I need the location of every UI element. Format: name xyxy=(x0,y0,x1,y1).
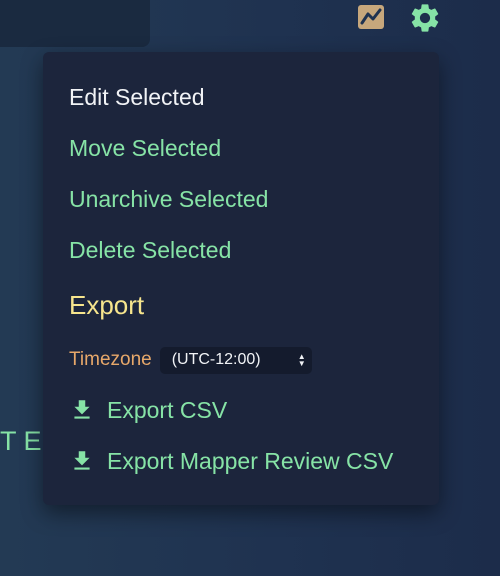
download-icon xyxy=(74,400,90,419)
edit-selected-item[interactable]: Edit Selected xyxy=(69,82,205,112)
chart-icon xyxy=(358,5,384,29)
settings-button[interactable] xyxy=(407,0,443,36)
gear-icon xyxy=(411,4,439,32)
download-icon xyxy=(74,451,90,470)
export-csv-link[interactable]: Export CSV xyxy=(69,395,227,425)
export-section-title: Export xyxy=(69,290,145,320)
timezone-row: Timezone (UTC-12:00) ▲ ▼ xyxy=(69,346,312,374)
select-arrows-icon: ▲ ▼ xyxy=(297,352,306,368)
export-csv-label: Export CSV xyxy=(107,396,228,423)
top-left-panel xyxy=(0,0,150,47)
export-mapper-review-csv-link[interactable]: Export Mapper Review CSV xyxy=(69,446,393,476)
background-partial-text: T E xyxy=(0,426,42,456)
timezone-selected-value: (UTC-12:00) xyxy=(171,351,261,368)
timezone-select[interactable]: (UTC-12:00) ▲ ▼ xyxy=(159,346,312,374)
chart-button[interactable] xyxy=(357,3,385,31)
unarchive-selected-item[interactable]: Unarchive Selected xyxy=(69,184,268,214)
move-selected-item[interactable]: Move Selected xyxy=(69,133,221,163)
actions-dropdown-menu: Edit Selected Move Selected Unarchive Se… xyxy=(43,52,439,505)
export-mapper-review-csv-label: Export Mapper Review CSV xyxy=(107,447,394,474)
timezone-label: Timezone xyxy=(69,349,152,370)
delete-selected-item[interactable]: Delete Selected xyxy=(69,235,231,265)
